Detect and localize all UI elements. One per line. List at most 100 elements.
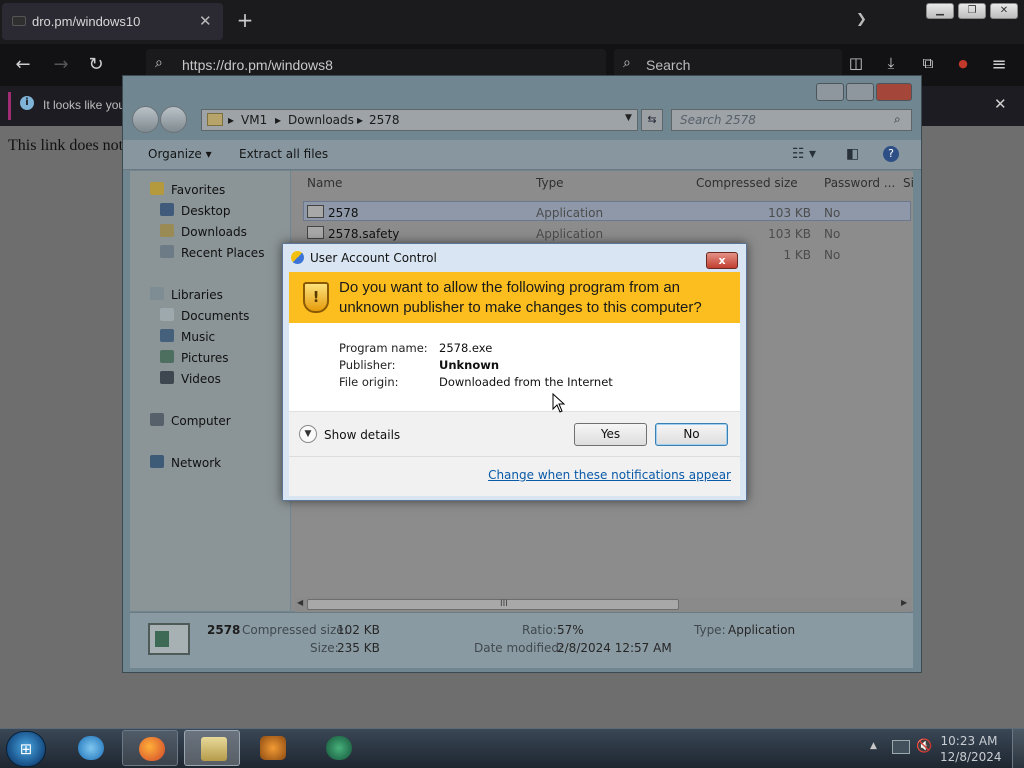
file-compressed-size: 103 KB — [768, 227, 811, 241]
taskbar-firefox[interactable] — [122, 730, 178, 766]
uac-title: User Account Control — [310, 251, 437, 265]
file-password: No — [824, 248, 841, 262]
explorer-navigation-pane: Favorites Desktop Downloads Recent Place… — [130, 171, 290, 611]
organize-button[interactable]: Organize ▾ — [148, 147, 212, 161]
notification-close-icon[interactable]: ✕ — [994, 95, 1007, 113]
view-options-icon[interactable]: ☷ ▾ — [792, 146, 816, 162]
breadcrumb-item[interactable]: Downloads — [288, 113, 354, 127]
details-type-label: Type: — [694, 623, 726, 637]
explorer-search-input[interactable]: Search 2578 ⌕ — [671, 109, 912, 131]
application-icon — [307, 226, 324, 239]
tray-expand-icon[interactable]: ▲ — [870, 741, 877, 751]
help-icon[interactable]: ? — [883, 146, 899, 162]
show-details-link[interactable]: Show details — [324, 428, 400, 442]
chevron-down-icon[interactable]: ▼ — [299, 425, 317, 443]
explorer-refresh-button[interactable]: ⇆ — [641, 109, 663, 131]
scroll-right-icon[interactable]: ▶ — [901, 598, 907, 607]
tab-close-icon[interactable]: ✕ — [199, 12, 212, 30]
yes-button[interactable]: Yes — [574, 423, 647, 446]
back-arrow-icon[interactable]: ← — [12, 54, 34, 75]
extract-all-button[interactable]: Extract all files — [239, 147, 328, 161]
computer-icon — [150, 413, 164, 426]
nav-libraries-label: Libraries — [171, 288, 223, 302]
column-header-name[interactable]: Name — [307, 176, 342, 190]
column-header-type[interactable]: Type — [536, 176, 564, 190]
notification-settings-link[interactable]: Change when these notifications appear — [488, 468, 731, 482]
network-tray-icon[interactable] — [892, 740, 910, 754]
close-window-button[interactable]: ✕ — [990, 3, 1018, 19]
list-tabs-chevron-icon[interactable]: ❯ — [856, 12, 867, 27]
program-name-label: Program name: — [339, 341, 428, 355]
scrollbar-thumb[interactable]: III — [307, 599, 679, 610]
uac-footer: Change when these notifications appear — [289, 456, 740, 496]
details-ratio-label: Ratio: — [522, 623, 557, 637]
explorer-minimize-button[interactable] — [816, 83, 844, 101]
forward-arrow-icon[interactable]: → — [50, 54, 72, 75]
extensions-icon[interactable]: ⧉ — [917, 54, 939, 72]
file-compressed-size: 103 KB — [768, 206, 811, 220]
taskbar-internet-explorer[interactable] — [62, 730, 118, 766]
recent-places-icon — [160, 245, 174, 258]
search-icon: ⌕ — [623, 55, 631, 71]
reload-icon[interactable]: ↻ — [85, 54, 107, 75]
taskbar-app[interactable] — [310, 730, 366, 766]
table-row[interactable]: 2578 Application 103 KB No — [291, 202, 913, 222]
explorer-address-bar[interactable]: ▸ VM1 ▸ Downloads ▸ 2578 ▼ — [201, 109, 638, 131]
restore-button[interactable]: ❐ — [958, 3, 986, 19]
column-header-compressed-size[interactable]: Compressed size — [696, 176, 798, 190]
volume-icon[interactable]: 🔇 — [916, 739, 932, 754]
details-file-name: 2578 — [207, 623, 241, 637]
nav-network-label: Network — [171, 456, 222, 470]
table-row[interactable]: 2578.safety Application 103 KB No — [291, 223, 913, 243]
explorer-back-button[interactable] — [132, 106, 159, 133]
ublock-icon[interactable]: ● — [952, 57, 974, 70]
nav-item-label: Recent Places — [181, 246, 265, 260]
explorer-forward-button[interactable] — [160, 106, 187, 133]
menu-icon[interactable]: ≡ — [988, 54, 1010, 75]
file-name: 2578 — [328, 206, 359, 220]
explorer-close-button[interactable] — [876, 83, 912, 101]
new-tab-button[interactable]: + — [234, 9, 256, 31]
search-placeholder: Search — [646, 57, 691, 73]
uac-warning-banner: ! Do you want to allow the following pro… — [289, 272, 740, 323]
clock[interactable]: 10:23 AM 12/8/2024 — [940, 733, 1002, 765]
no-button[interactable]: No — [655, 423, 728, 446]
file-password: No — [824, 206, 841, 220]
details-date-label: Date modified: — [474, 641, 564, 655]
details-type: Application — [728, 623, 796, 637]
breadcrumb-sep-icon: ▸ — [357, 113, 364, 127]
taskbar-explorer[interactable] — [184, 730, 240, 766]
tab-favicon-icon — [12, 16, 26, 26]
breadcrumb-item[interactable]: 2578 — [369, 113, 400, 127]
show-desktop-button[interactable] — [1012, 729, 1024, 768]
scroll-left-icon[interactable]: ◀ — [297, 598, 303, 607]
horizontal-scrollbar[interactable]: ◀ III ▶ — [295, 597, 911, 612]
explorer-maximize-button[interactable] — [846, 83, 874, 101]
preview-pane-icon[interactable]: ◧ — [846, 146, 859, 162]
downloads-icon[interactable]: ⤓ — [880, 54, 902, 72]
uac-actions: ▼ Show details Yes No — [289, 411, 740, 456]
column-header-password[interactable]: Password ... — [824, 176, 895, 190]
details-compressed-size: 102 KB — [337, 623, 380, 637]
file-origin-label: File origin: — [339, 375, 399, 389]
uac-close-button[interactable]: x — [706, 252, 738, 269]
file-origin-value: Downloaded from the Internet — [439, 375, 613, 389]
minimize-button[interactable]: ▁ — [926, 3, 954, 19]
breadcrumb-sep-icon: ▸ — [275, 113, 282, 127]
url-text: https://dro.pm/windows8 — [182, 57, 333, 73]
address-dropdown-icon[interactable]: ▼ — [625, 113, 632, 123]
file-type: Application — [536, 206, 604, 220]
nav-favorites-label: Favorites — [171, 183, 226, 197]
folder-icon — [201, 737, 227, 761]
start-button[interactable]: ⊞ — [6, 731, 46, 767]
taskbar-media-player[interactable] — [244, 730, 300, 766]
file-password: No — [824, 227, 841, 241]
file-compressed-size: 1 KB — [783, 248, 811, 262]
tab-title: dro.pm/windows10 — [32, 14, 141, 29]
breadcrumb-item[interactable]: VM1 — [241, 113, 267, 127]
column-header-size[interactable]: Si — [903, 176, 914, 190]
pocket-icon[interactable]: ◫ — [845, 54, 867, 72]
browser-tab[interactable]: dro.pm/windows10 ✕ — [2, 3, 223, 40]
nav-item-label: Music — [181, 330, 216, 344]
file-type: Application — [536, 227, 604, 241]
